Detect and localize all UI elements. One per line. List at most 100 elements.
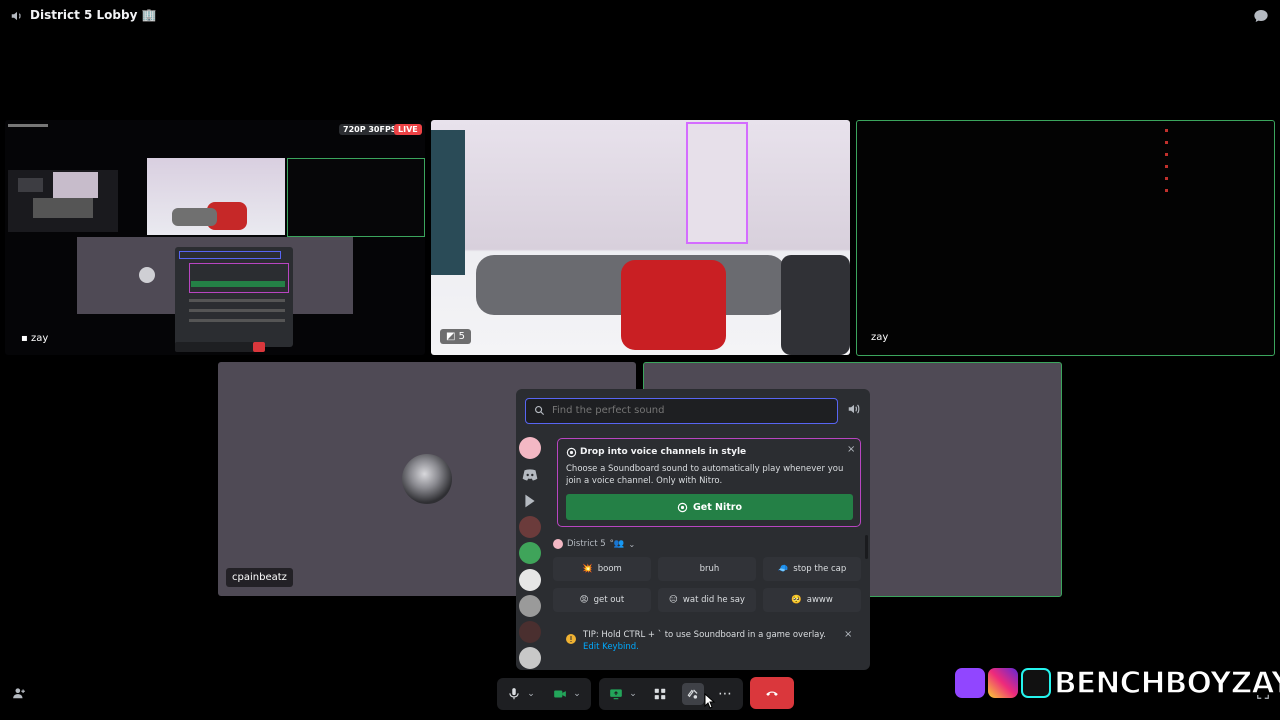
resolution-badge: 720P 30FPS: [339, 124, 401, 135]
section-suffix: °👥: [609, 539, 625, 549]
stream-user-label: ▪ zay: [21, 333, 49, 344]
toolbar-av-group: ⌄ ⌄: [497, 678, 591, 710]
stream-tile[interactable]: ▪ zay: [5, 120, 425, 355]
chevron-down-icon: ⌄: [573, 689, 581, 699]
camera-icon: ◩: [446, 331, 456, 342]
avatar: [402, 454, 452, 504]
section-name: District 5: [567, 539, 606, 549]
sound-label: boom: [597, 564, 622, 574]
sound-button-bruh[interactable]: bruh: [658, 557, 756, 581]
sound-button-stop-the-cap[interactable]: 🧢 stop the cap: [763, 557, 861, 581]
dark-camera-tile[interactable]: zay: [856, 120, 1275, 356]
twitch-icon: [955, 668, 985, 698]
soundboard-popup: Drop into voice channels in style × Choo…: [516, 389, 870, 670]
nitro-icon: [677, 502, 688, 512]
microphone-icon: [509, 688, 519, 700]
sound-button-get-out[interactable]: 😡 get out: [553, 588, 651, 612]
rail-avatar-7[interactable]: [519, 647, 541, 669]
more-dots-icon: ⋯: [718, 686, 732, 702]
mini-title-bar: [8, 124, 48, 127]
search-icon: [535, 406, 545, 416]
share-options-button[interactable]: ⌄: [627, 683, 639, 705]
sound-section-header[interactable]: District 5 °👥 ⌄: [553, 539, 635, 549]
rail-discord-logo-icon[interactable]: [519, 464, 541, 486]
chair-shape: [781, 255, 850, 355]
sound-label: stop the cap: [793, 564, 847, 574]
camera-options-button[interactable]: ⌄: [571, 683, 583, 705]
close-icon[interactable]: ×: [847, 444, 855, 455]
activities-button[interactable]: [649, 683, 671, 705]
sound-emoji: 🧢: [777, 564, 789, 574]
live-badge: LIVE: [394, 124, 422, 135]
tiktok-icon: [1021, 668, 1051, 698]
rail-avatar-pink[interactable]: [519, 437, 541, 459]
rail-avatar-2[interactable]: [519, 516, 541, 538]
disconnect-button[interactable]: [750, 677, 794, 709]
sound-search-field[interactable]: [525, 398, 838, 424]
edit-keybind-link[interactable]: Edit Keybind.: [583, 642, 639, 652]
instagram-icon: [988, 668, 1018, 698]
soundboard-icon: [687, 689, 698, 699]
search-input[interactable]: [550, 404, 834, 417]
chat-bubble-icon[interactable]: [1253, 8, 1269, 24]
nitro-promo-body: Choose a Soundboard sound to automatical…: [566, 464, 844, 486]
mini-stream-preview: [8, 170, 118, 232]
chevron-down-icon: ⌄: [628, 539, 636, 549]
nitro-promo-card: Drop into voice channels in style × Choo…: [557, 438, 861, 527]
mini-cam-preview: [147, 158, 285, 235]
sound-emoji: 💥: [582, 564, 593, 574]
camera-button[interactable]: [549, 683, 571, 705]
mini-soundboard: [175, 247, 293, 347]
mini-toolbar: [175, 342, 255, 352]
sound-category-rail: [519, 436, 545, 669]
volume-icon[interactable]: [847, 402, 861, 416]
sound-button-boom[interactable]: 💥 boom: [553, 557, 651, 581]
camera-tile[interactable]: ◩ 5: [431, 120, 850, 355]
screen-share-icon: [610, 689, 622, 700]
sound-label: awww: [806, 595, 833, 605]
rail-arrow-icon[interactable]: [519, 490, 541, 512]
watermark-text: BENCHBOYZAY: [1053, 665, 1280, 702]
sound-label: wat did he say: [682, 595, 745, 605]
soundboard-tip: TIP: Hold CTRL + ` to use Soundboard in …: [557, 625, 857, 659]
door-shape: [686, 122, 748, 244]
sound-label: bruh: [699, 564, 720, 574]
mic-options-button[interactable]: ⌄: [525, 683, 537, 705]
screen-share-button[interactable]: [605, 683, 627, 705]
server-avatar: [553, 539, 563, 549]
nitro-promo-title: Drop into voice channels in style: [580, 447, 747, 457]
rail-avatar-4[interactable]: [519, 569, 541, 591]
hang-up-icon: [766, 691, 778, 696]
sound-button-awww[interactable]: 🥺 awww: [763, 588, 861, 612]
microphone-button[interactable]: [503, 683, 525, 705]
dark-tile-user-label: zay: [871, 332, 889, 343]
close-icon[interactable]: ×: [844, 629, 852, 640]
more-options-button[interactable]: ⋯: [714, 683, 736, 705]
sound-button-wat-did-he-say[interactable]: 😑 wat did he say: [658, 588, 756, 612]
warning-icon: [566, 634, 576, 644]
sound-label: get out: [593, 595, 625, 605]
monitor-shape: [431, 130, 465, 275]
rail-avatar-5[interactable]: [519, 595, 541, 617]
mouse-cursor-icon: [704, 693, 716, 709]
rail-avatar-6[interactable]: [519, 621, 541, 643]
sound-emoji: 😑: [669, 595, 678, 605]
tip-text: TIP: Hold CTRL + ` to use Soundboard in …: [583, 630, 826, 652]
led-strip: [1165, 129, 1168, 194]
soundboard-button[interactable]: [682, 683, 704, 705]
mini-hangup: [253, 342, 265, 352]
title-emoji: 🏢: [141, 8, 157, 22]
streamer-watermark: BENCHBOYZAY: [955, 665, 1280, 701]
chevron-down-icon: ⌄: [527, 689, 535, 699]
toolbar-actions-group: ⌄ ⋯: [599, 678, 743, 710]
add-person-icon[interactable]: [11, 686, 27, 700]
get-nitro-button[interactable]: Get Nitro: [566, 494, 853, 520]
activities-icon: [654, 688, 666, 700]
speaker-icon: [11, 11, 21, 21]
nitro-icon: [566, 447, 577, 458]
scrollbar[interactable]: [865, 535, 868, 559]
rail-avatar-3[interactable]: [519, 542, 541, 564]
sound-emoji: 😡: [579, 595, 589, 605]
channel-title: District 5 Lobby 🏢: [30, 8, 157, 22]
avatar-user-label: cpainbeatz: [226, 568, 293, 587]
